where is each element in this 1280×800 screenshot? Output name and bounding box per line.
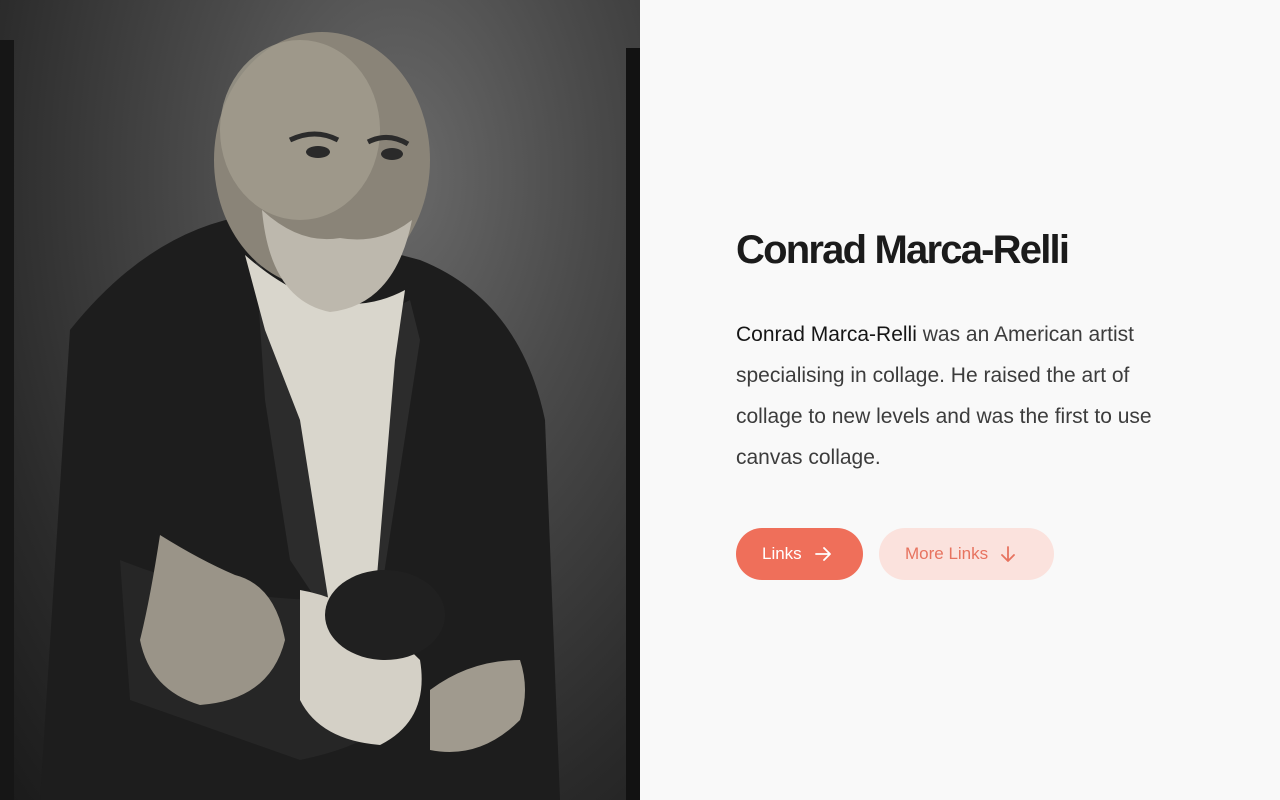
bio-paragraph: Conrad Marca-Relli was an American artis… [736,314,1181,478]
portrait-illustration [0,32,640,800]
more-links-button-label: More Links [905,544,989,563]
profile-section: Conrad Marca-Relli Conrad Marca-Relli wa… [736,226,1196,580]
bio-name: Conrad Marca-Relli [736,323,917,346]
page-title: Conrad Marca-Relli [736,228,1070,272]
action-buttons: Links More Links [736,528,1196,580]
links-button[interactable]: Links [736,528,863,580]
arrow-right-icon [814,547,832,561]
more-links-button[interactable]: More Links [879,528,1054,580]
arrow-down-icon [1001,545,1016,563]
portrait-photo [0,0,640,800]
links-button-label: Links [762,544,802,563]
